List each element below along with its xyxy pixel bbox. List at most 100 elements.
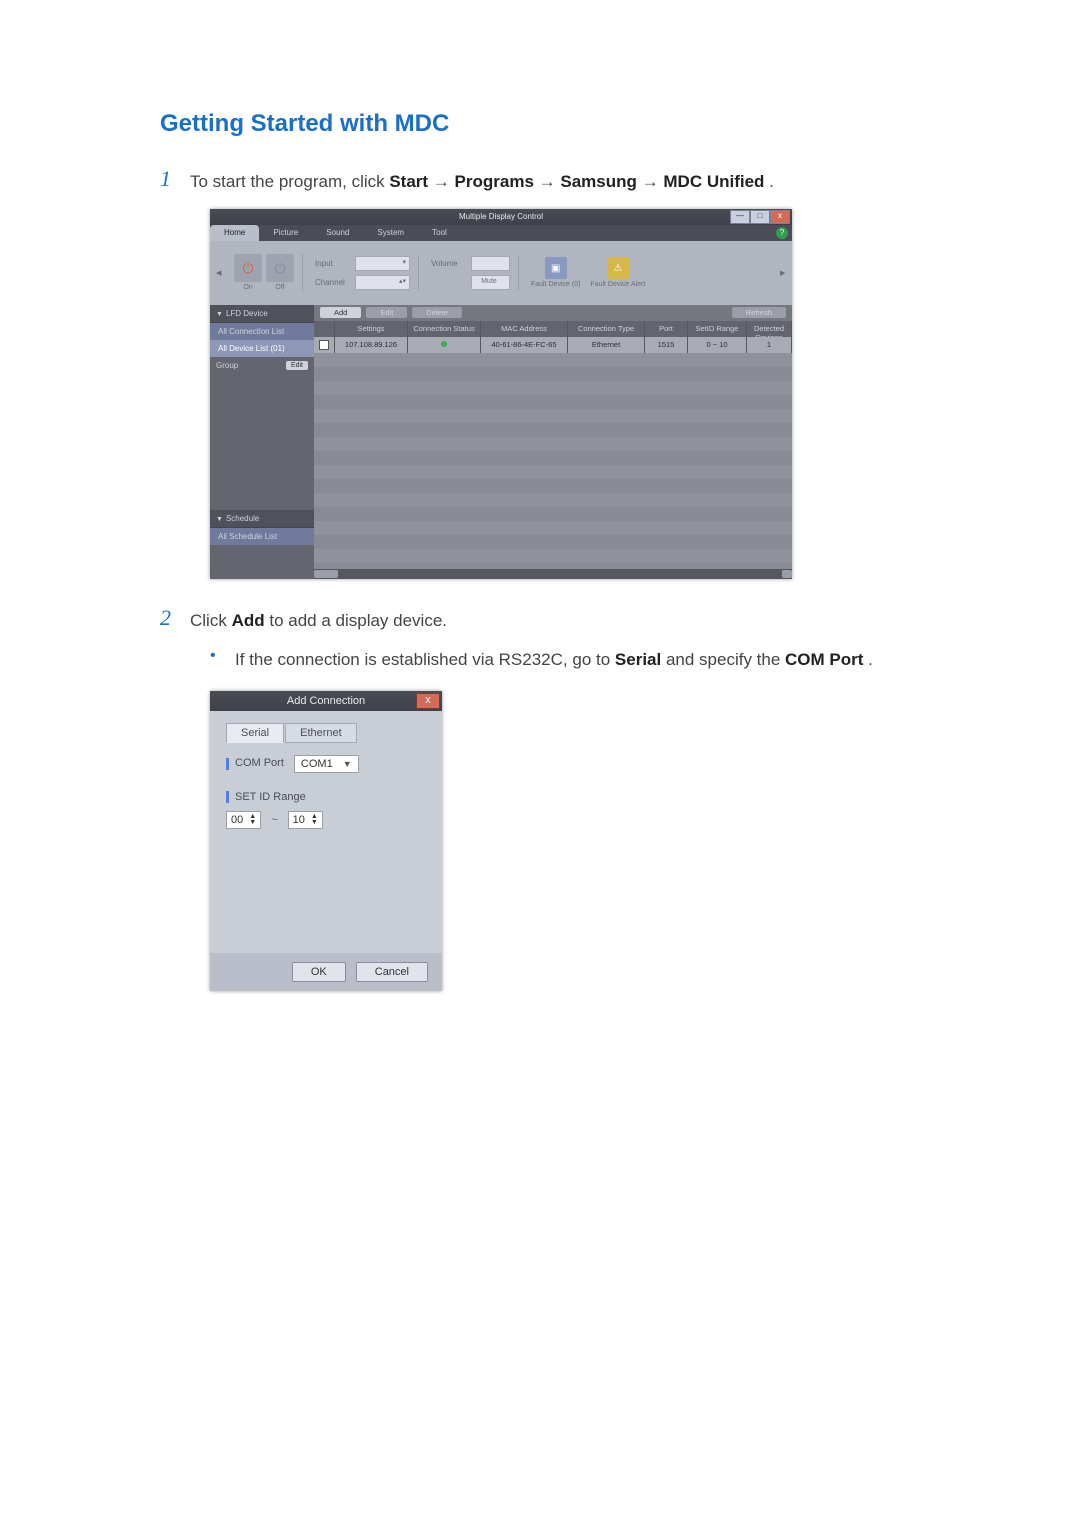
col-setid-range[interactable]: SetID Range — [688, 321, 747, 337]
all-schedule-list[interactable]: All Schedule List — [210, 528, 314, 545]
setid-from-spinner[interactable]: 00 ▲▼ — [226, 811, 261, 829]
chevron-down-icon: ▼ — [343, 759, 352, 769]
kw-serial: Serial — [615, 650, 661, 669]
input-dropdown[interactable]: ▾ — [355, 256, 410, 271]
col-detected[interactable]: Detected Devices — [747, 321, 792, 337]
group-row: Group Edit — [210, 357, 314, 374]
cell-detected: 1 — [747, 337, 792, 353]
bullet-item: • If the connection is established via R… — [210, 647, 980, 673]
table-row[interactable]: 107.108.89.126 40-61-86-4E-FC-65 Etherne… — [314, 337, 792, 353]
volume-field[interactable] — [471, 256, 510, 271]
checkbox[interactable] — [319, 340, 329, 350]
text: . — [769, 172, 774, 191]
scroll-left-icon[interactable]: ◀ — [216, 269, 222, 277]
arrow: → — [642, 172, 664, 191]
text: To start the program, click — [190, 172, 389, 191]
tab-system[interactable]: System — [363, 225, 418, 241]
channel-spinner[interactable]: ▴▾ — [355, 275, 410, 290]
add-connection-dialog: Add Connection x Serial Ethernet COM Por… — [210, 691, 442, 991]
chevron-down-icon[interactable]: ▼ — [249, 820, 256, 826]
maximize-button[interactable]: □ — [750, 210, 770, 224]
text: If the connection is established via RS2… — [235, 650, 615, 669]
com-port-value: COM1 — [301, 758, 333, 770]
lfd-device-header[interactable]: ▼LFD Device — [210, 305, 314, 323]
tab-sound[interactable]: Sound — [312, 225, 363, 241]
setid-to-spinner[interactable]: 10 ▲▼ — [288, 811, 323, 829]
col-port[interactable]: Port — [645, 321, 688, 337]
edit-button[interactable]: Edit — [366, 307, 407, 318]
col-mac[interactable]: MAC Address — [481, 321, 568, 337]
cell-settings: 107.108.89.126 — [335, 337, 408, 353]
bullet-icon: • — [210, 647, 235, 673]
cell-connection-type: Ethernet — [568, 337, 645, 353]
range-separator: ~ — [271, 814, 277, 826]
kw-samsung: Samsung — [560, 172, 637, 191]
scroll-right-icon[interactable]: ▶ — [780, 269, 786, 277]
fault-device-label: Fault Device (0) — [531, 281, 580, 288]
step-text: To start the program, click Start → Prog… — [190, 166, 774, 195]
cancel-button[interactable]: Cancel — [356, 962, 428, 982]
power-on-button[interactable]: ⏻ — [234, 254, 262, 282]
group-edit-button[interactable]: Edit — [286, 361, 308, 370]
tab-tool[interactable]: Tool — [418, 225, 461, 241]
input-label: Input — [315, 259, 351, 268]
all-connection-list[interactable]: All Connection List — [210, 323, 314, 340]
setid-range-label: SET ID Range — [235, 791, 306, 803]
delete-button[interactable]: Delete — [412, 307, 462, 318]
dialog-close-button[interactable]: x — [416, 693, 440, 709]
channel-label: Channel — [315, 278, 351, 287]
setid-to-value: 10 — [293, 814, 305, 826]
arrow: → — [539, 172, 561, 191]
minimize-button[interactable]: — — [730, 210, 750, 224]
col-settings[interactable]: Settings — [335, 321, 408, 337]
left-panel: ▼LFD Device All Connection List All Devi… — [210, 305, 314, 579]
com-port-dropdown[interactable]: COM1 ▼ — [294, 755, 359, 773]
col-connection-type[interactable]: Connection Type — [568, 321, 645, 337]
step-number: 2 — [160, 605, 190, 634]
empty-rows — [314, 353, 792, 569]
off-label: Off — [266, 284, 294, 291]
schedule-header[interactable]: ▼Schedule — [210, 510, 314, 528]
step-text: Click Add to add a display device. — [190, 605, 447, 634]
all-device-list[interactable]: All Device List (01) — [210, 340, 314, 357]
text: Click — [190, 611, 232, 630]
group-label: Group — [216, 361, 238, 370]
fault-alert-label: Fault Device Alert — [590, 281, 645, 288]
text: . — [868, 650, 873, 669]
ribbon-tabs: Home Picture Sound System Tool ? — [210, 225, 792, 241]
fault-alert-icon[interactable]: ⚠ Fault Device Alert — [590, 257, 645, 288]
accent-bar-icon — [226, 791, 229, 803]
add-button[interactable]: Add — [320, 307, 361, 318]
dialog-footer: OK Cancel — [210, 953, 442, 991]
chevron-down-icon[interactable]: ▼ — [311, 820, 318, 826]
kw-add: Add — [232, 611, 265, 630]
status-ok-icon — [441, 341, 447, 347]
tab-ethernet[interactable]: Ethernet — [285, 723, 357, 743]
step-1: 1 To start the program, click Start → Pr… — [160, 166, 980, 195]
horizontal-scrollbar[interactable] — [314, 569, 792, 579]
fault-device-icon[interactable]: ▣ Fault Device (0) — [531, 257, 580, 288]
dialog-tabs: Serial Ethernet — [226, 723, 426, 743]
titlebar[interactable]: Multiple Display Control — □ x — [210, 209, 792, 225]
tab-serial[interactable]: Serial — [226, 723, 284, 743]
close-button[interactable]: x — [770, 210, 790, 224]
power-off-button[interactable]: ⏻ — [266, 254, 294, 282]
setid-from-value: 00 — [231, 814, 243, 826]
tab-picture[interactable]: Picture — [259, 225, 312, 241]
text: and specify the — [666, 650, 785, 669]
tab-home[interactable]: Home — [210, 225, 259, 241]
col-connection-status[interactable]: Connection Status — [408, 321, 481, 337]
kw-programs: Programs — [455, 172, 534, 191]
accent-bar-icon — [226, 758, 229, 770]
mdc-window: Multiple Display Control — □ x Home Pict… — [210, 209, 792, 579]
dialog-titlebar[interactable]: Add Connection x — [210, 691, 442, 711]
ok-button[interactable]: OK — [292, 962, 346, 982]
kw-com-port: COM Port — [785, 650, 863, 669]
help-icon[interactable]: ? — [776, 227, 788, 239]
mute-button[interactable]: Mute — [471, 275, 510, 290]
step-2: 2 Click Add to add a display device. — [160, 605, 980, 634]
kw-start: Start — [389, 172, 428, 191]
refresh-button[interactable]: Refresh — [732, 307, 786, 318]
step-number: 1 — [160, 166, 190, 195]
dialog-title: Add Connection — [287, 695, 365, 707]
